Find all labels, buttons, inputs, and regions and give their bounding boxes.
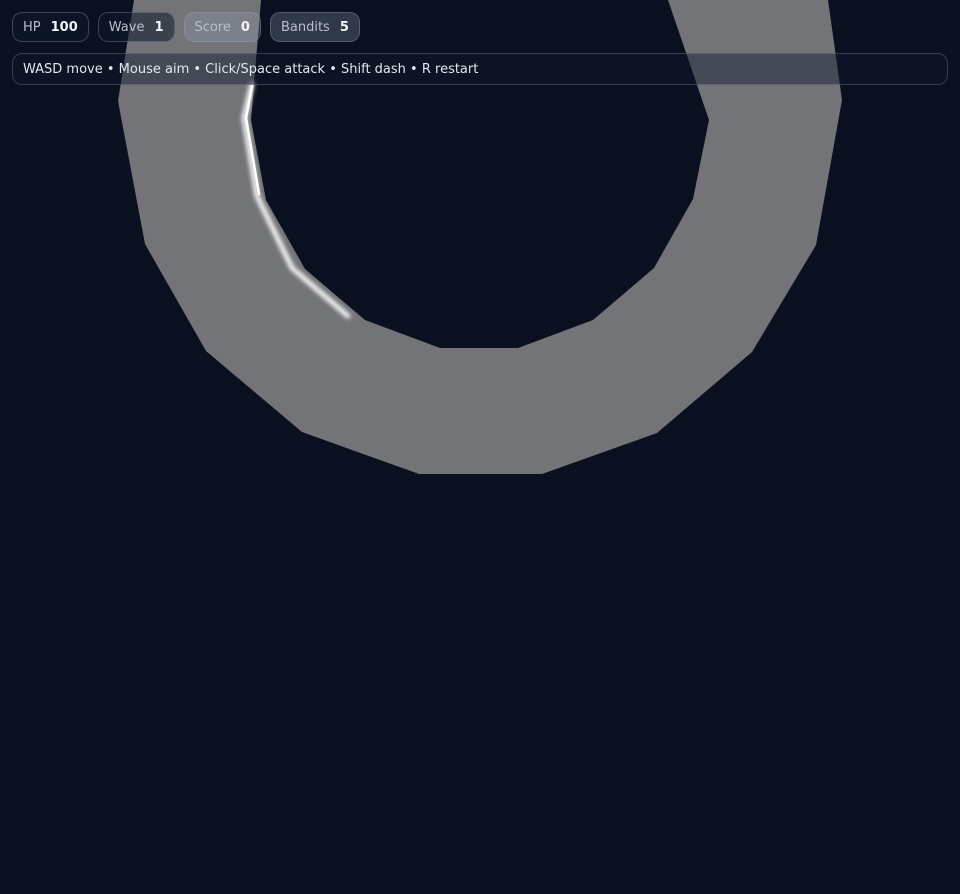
wave-value: 1 bbox=[154, 19, 164, 35]
bandits-label: Bandits bbox=[280, 19, 330, 35]
hud: HP 100 Wave 1 Score 0 Bandits 5 WASD mov… bbox=[12, 12, 948, 85]
score-stat: Score 0 bbox=[183, 12, 261, 42]
wave-label: Wave bbox=[108, 19, 145, 35]
score-value: 0 bbox=[240, 19, 250, 35]
wave-stat: Wave 1 bbox=[97, 12, 175, 42]
bandits-value: 5 bbox=[339, 19, 349, 35]
hp-label: HP bbox=[23, 19, 41, 35]
hp-value: 100 bbox=[50, 19, 78, 35]
stats-bar: HP 100 Wave 1 Score 0 Bandits 5 bbox=[12, 12, 948, 42]
bandits-stat: Bandits 5 bbox=[269, 12, 360, 42]
game-canvas[interactable] bbox=[0, 0, 960, 894]
controls-help: WASD move • Mouse aim • Click/Space atta… bbox=[12, 53, 948, 85]
hp-stat: HP 100 bbox=[12, 12, 89, 42]
score-label: Score bbox=[194, 19, 231, 35]
